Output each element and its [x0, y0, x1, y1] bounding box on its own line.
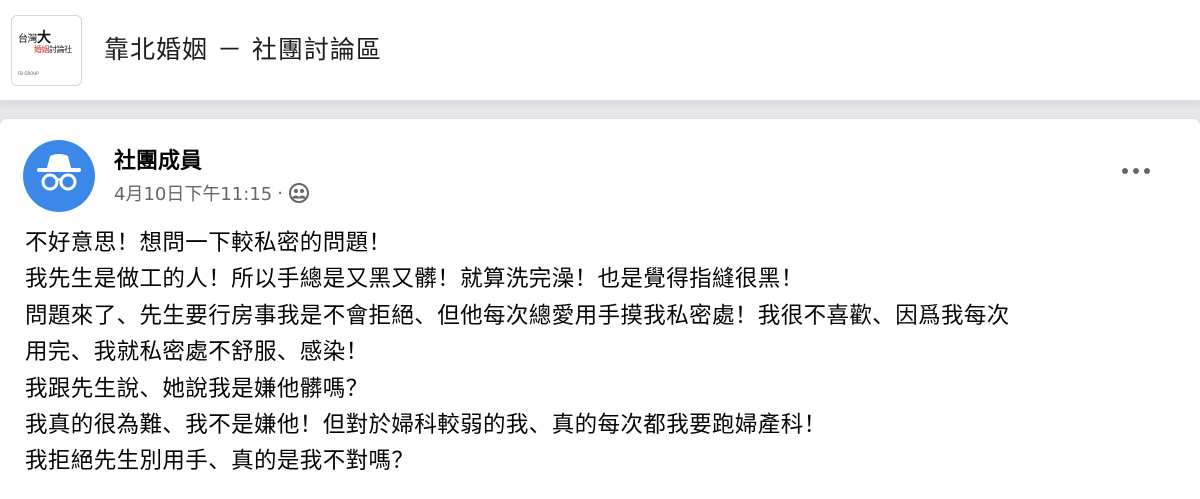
- avatar[interactable]: [23, 140, 95, 212]
- group-members-icon[interactable]: [288, 182, 310, 204]
- post-text-line: 我跟先生說、她說我是嫌他髒嗎？: [25, 375, 369, 402]
- anonymous-member-icon: [37, 154, 81, 191]
- post-text-line: 我拒絕先生別用手、真的是我不對嗎？: [25, 448, 415, 475]
- more-options-button[interactable]: [1116, 155, 1156, 187]
- post-text-line: 我真的很為難、我不是嫌他！但對於婦科較弱的我、真的每次都我要跑婦產科！: [25, 412, 827, 439]
- group-title[interactable]: 靠北婚姻 － 社團討論區: [104, 30, 382, 66]
- post-meta: 4月10日下午11:15 ·: [114, 180, 310, 206]
- group-header: 台灣大 婚姻討論社 FB GROUP 靠北婚姻 － 社團討論區: [0, 0, 1200, 101]
- post-timestamp[interactable]: 4月10日下午11:15: [114, 180, 272, 206]
- post-text-line: 我先生是做工的人！所以手總是又黑又髒！就算洗完澡！也是覺得指縫很黑！: [25, 266, 804, 293]
- meta-separator: ·: [277, 182, 283, 204]
- group-logo[interactable]: 台灣大 婚姻討論社 FB GROUP: [11, 15, 82, 86]
- post-card: 社團成員 4月10日下午11:15 · 不好意思！想問一下較私密的問題！ 我先生…: [0, 118, 1200, 499]
- post-text-line: 問題來了、先生要行房事我是不會拒絕、但他每次總愛用手摸我私密處！我很不喜歡、因爲…: [25, 302, 1010, 329]
- post-text-line: 不好意思！想問一下較私密的問題！: [25, 230, 392, 256]
- logo-text-line3: FB GROUP: [18, 71, 39, 76]
- ellipsis-icon: [1122, 168, 1150, 174]
- post-body: 不好意思！想問一下較私密的問題！ 我先生是做工的人！所以手總是又黑又髒！就算洗完…: [25, 225, 1195, 480]
- post-text-line: 用完、我就私密處不舒服、感染！: [25, 339, 369, 366]
- logo-text-line2: 婚姻討論社: [34, 45, 72, 54]
- author-name[interactable]: 社團成員: [114, 143, 202, 175]
